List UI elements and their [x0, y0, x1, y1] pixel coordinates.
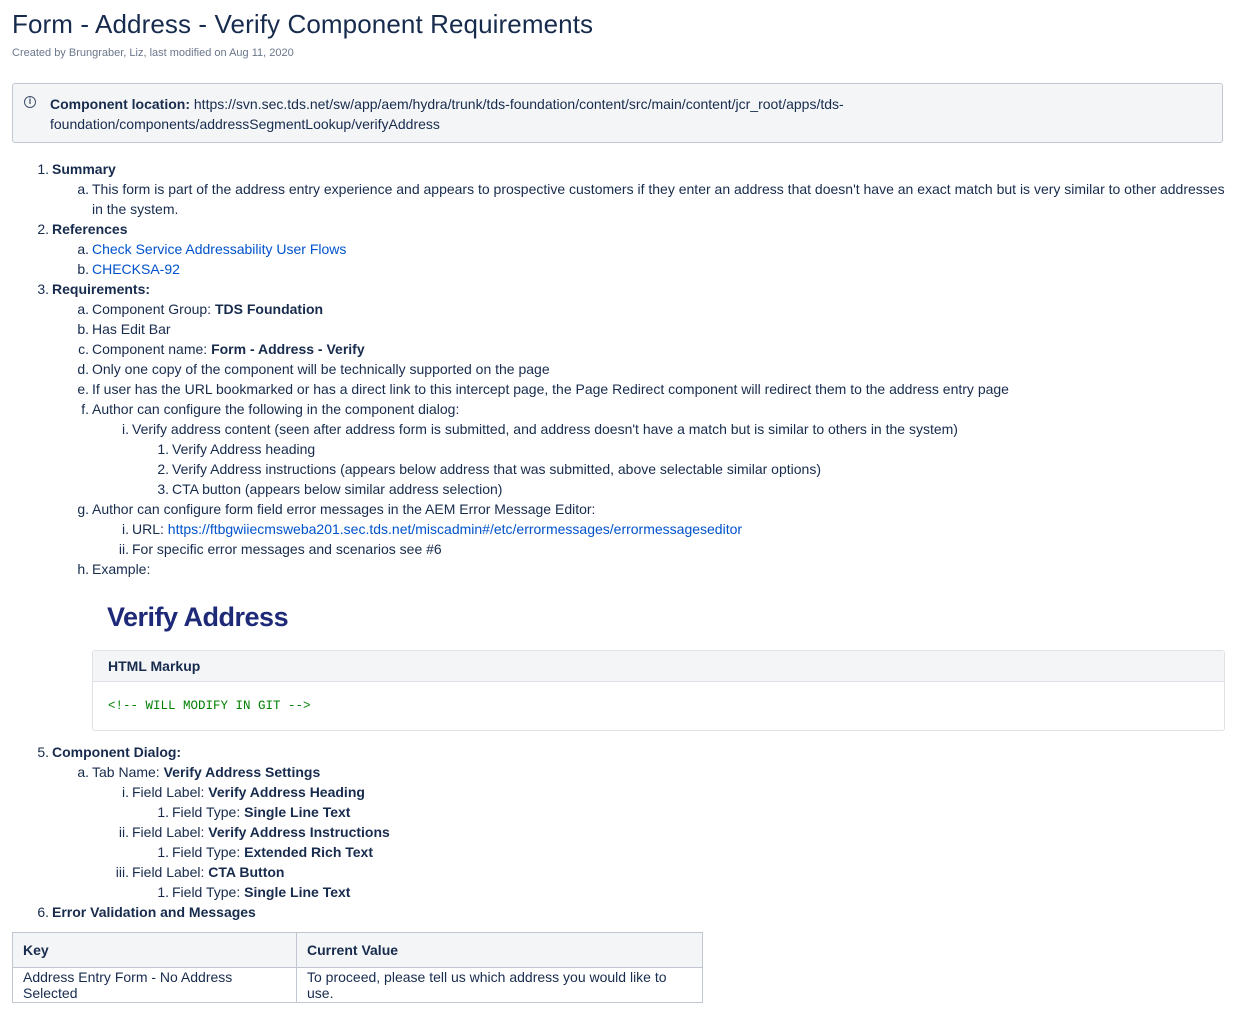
list-number: 2. [37, 221, 49, 237]
dialog-field-type: Field Type: Single Line Text [172, 804, 351, 820]
page-title: Form - Address - Verify Component Requir… [12, 9, 594, 39]
list-letter: g. [77, 501, 89, 517]
section-heading-requirements: Requirements: [52, 281, 151, 297]
column-header-key: Key [12, 932, 297, 968]
info-path-line1: https://svn.sec.tds.net/sw/app/aem/hydra… [193, 96, 844, 112]
code-macro-panel: HTML Markup <!-- WILL MODIFY IN GIT --> [92, 650, 1225, 731]
list-number: 1. [157, 884, 169, 900]
dialog-field-cta: Field Label: CTA Button [132, 864, 285, 880]
table-header-row: Key Current Value [12, 932, 703, 968]
list-roman: ii. [118, 824, 129, 840]
req-verify-heading: Verify Address heading [172, 441, 316, 457]
list-number: 6. [37, 904, 49, 920]
summary-text-line2: in the system. [92, 201, 179, 217]
summary-text-line1: This form is part of the address entry e… [92, 181, 1225, 197]
list-letter: a. [77, 181, 89, 197]
list-letter: c. [78, 341, 89, 357]
list-roman: i. [122, 784, 129, 800]
list-number: 1. [37, 161, 49, 177]
info-path-line2: foundation/components/addressSegmentLook… [50, 116, 440, 132]
list-roman: iii. [115, 864, 129, 880]
req-verify-instructions: Verify Address instructions (appears bel… [172, 461, 821, 477]
table-row: Address Entry Form - No Address Selected… [12, 967, 703, 1003]
req-error-config: Author can configure form field error me… [92, 501, 596, 517]
list-letter: f. [81, 401, 89, 417]
table-cell-value: To proceed, please tell us which address… [296, 967, 703, 1003]
list-roman: i. [122, 421, 129, 437]
info-label: Component location: [50, 96, 190, 112]
link-error-message-editor[interactable]: https://ftbgwiiecmsweba201.sec.tds.net/m… [168, 521, 742, 537]
list-number: 1. [157, 804, 169, 820]
req-edit-bar: Has Edit Bar [92, 321, 171, 337]
req-verify-content: Verify address content (seen after addre… [132, 421, 958, 437]
page-metadata: Created by Brungraber, Liz, last modifie… [12, 47, 294, 59]
section-heading-dialog: Component Dialog: [52, 744, 182, 760]
link-user-flows[interactable]: Check Service Addressability User Flows [92, 241, 346, 257]
verify-address-example-image: Verify Address [107, 602, 289, 632]
code-panel-title: HTML Markup [93, 651, 1224, 682]
list-number: 1. [157, 441, 169, 457]
table-cell-key: Address Entry Form - No Address Selected [12, 967, 297, 1003]
req-redirect: If user has the URL bookmarked or has a … [92, 381, 1009, 397]
list-letter: h. [77, 561, 89, 577]
section-heading-references: References [52, 221, 128, 237]
list-number: 3. [37, 281, 49, 297]
section-heading-summary: Summary [52, 161, 116, 177]
code-panel-content: <!-- WILL MODIFY IN GIT --> [108, 699, 311, 713]
req-author-config: Author can configure the following in th… [92, 401, 460, 417]
dialog-field-type: Field Type: Extended Rich Text [172, 844, 374, 860]
list-roman: ii. [118, 541, 129, 557]
list-letter: a. [77, 241, 89, 257]
list-letter: a. [77, 301, 89, 317]
dialog-tab-name: Tab Name: Verify Address Settings [92, 764, 321, 780]
column-header-current-value: Current Value [296, 932, 703, 968]
req-see-6: For specific error messages and scenario… [132, 541, 442, 557]
list-number: 3. [157, 481, 169, 497]
info-panel: i Component location: https://svn.sec.td… [12, 83, 1223, 143]
list-number: 2. [157, 461, 169, 477]
list-number: 5. [37, 744, 49, 760]
info-panel-text: Component location: https://svn.sec.tds.… [50, 94, 1210, 134]
list-roman: i. [122, 521, 129, 537]
dialog-field-instructions: Field Label: Verify Address Instructions [132, 824, 390, 840]
error-messages-table: Key Current Value Address Entry Form - N… [12, 932, 703, 1003]
list-letter: b. [77, 261, 89, 277]
list-letter: b. [77, 321, 89, 337]
section-heading-errors: Error Validation and Messages [52, 904, 256, 920]
req-component-name: Component name: Form - Address - Verify [92, 341, 365, 357]
dialog-field-type: Field Type: Single Line Text [172, 884, 351, 900]
list-letter: d. [77, 361, 89, 377]
info-icon: i [24, 96, 36, 108]
list-letter: e. [77, 381, 89, 397]
req-component-group: Component Group: TDS Foundation [92, 301, 324, 317]
req-url: URL: https://ftbgwiiecmsweba201.sec.tds.… [132, 521, 743, 537]
link-checksa-92[interactable]: CHECKSA-92 [92, 261, 180, 277]
req-example: Example: [92, 561, 151, 577]
list-number: 1. [157, 844, 169, 860]
dialog-field-heading: Field Label: Verify Address Heading [132, 784, 365, 800]
list-letter: a. [77, 764, 89, 780]
req-one-copy: Only one copy of the component will be t… [92, 361, 550, 377]
req-cta-button: CTA button (appears below similar addres… [172, 481, 503, 497]
